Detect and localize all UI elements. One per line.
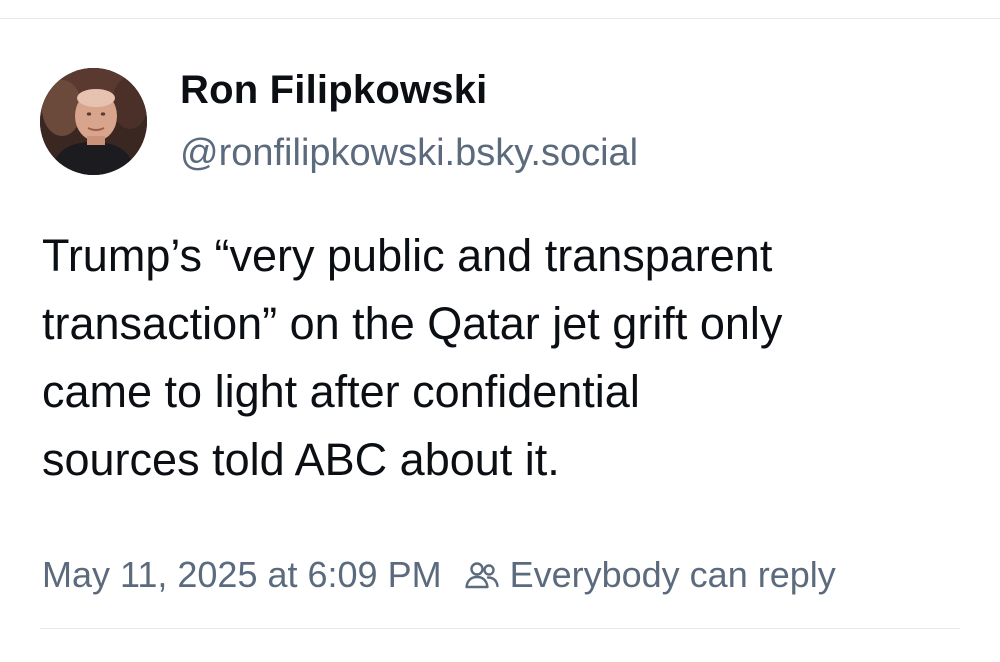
bottom-divider: [40, 628, 960, 629]
people-icon: [464, 560, 500, 590]
reply-setting-label: Everybody can reply: [509, 554, 836, 595]
post-text-line: Trump’s “very public and transparent: [42, 230, 773, 281]
post-card: Ron Filipkowski @ronfilipkowski.bsky.soc…: [0, 0, 1000, 662]
author-display-name[interactable]: Ron Filipkowski: [180, 68, 487, 113]
post-text: Trump’s “very public and transparent tra…: [42, 222, 962, 494]
post-meta: May 11, 2025 at 6:09 PM Everybody can re…: [42, 552, 836, 598]
profile-photo-icon: [40, 68, 147, 175]
post-text-line: sources told ABC about it.: [42, 434, 560, 485]
post-text-line: came to light after confidential: [42, 366, 640, 417]
post-timestamp[interactable]: May 11, 2025 at 6:09 PM: [42, 554, 442, 596]
author-handle[interactable]: @ronfilipkowski.bsky.social: [180, 132, 638, 175]
avatar[interactable]: [40, 68, 147, 175]
post-text-line: transaction” on the Qatar jet grift only: [42, 298, 783, 349]
